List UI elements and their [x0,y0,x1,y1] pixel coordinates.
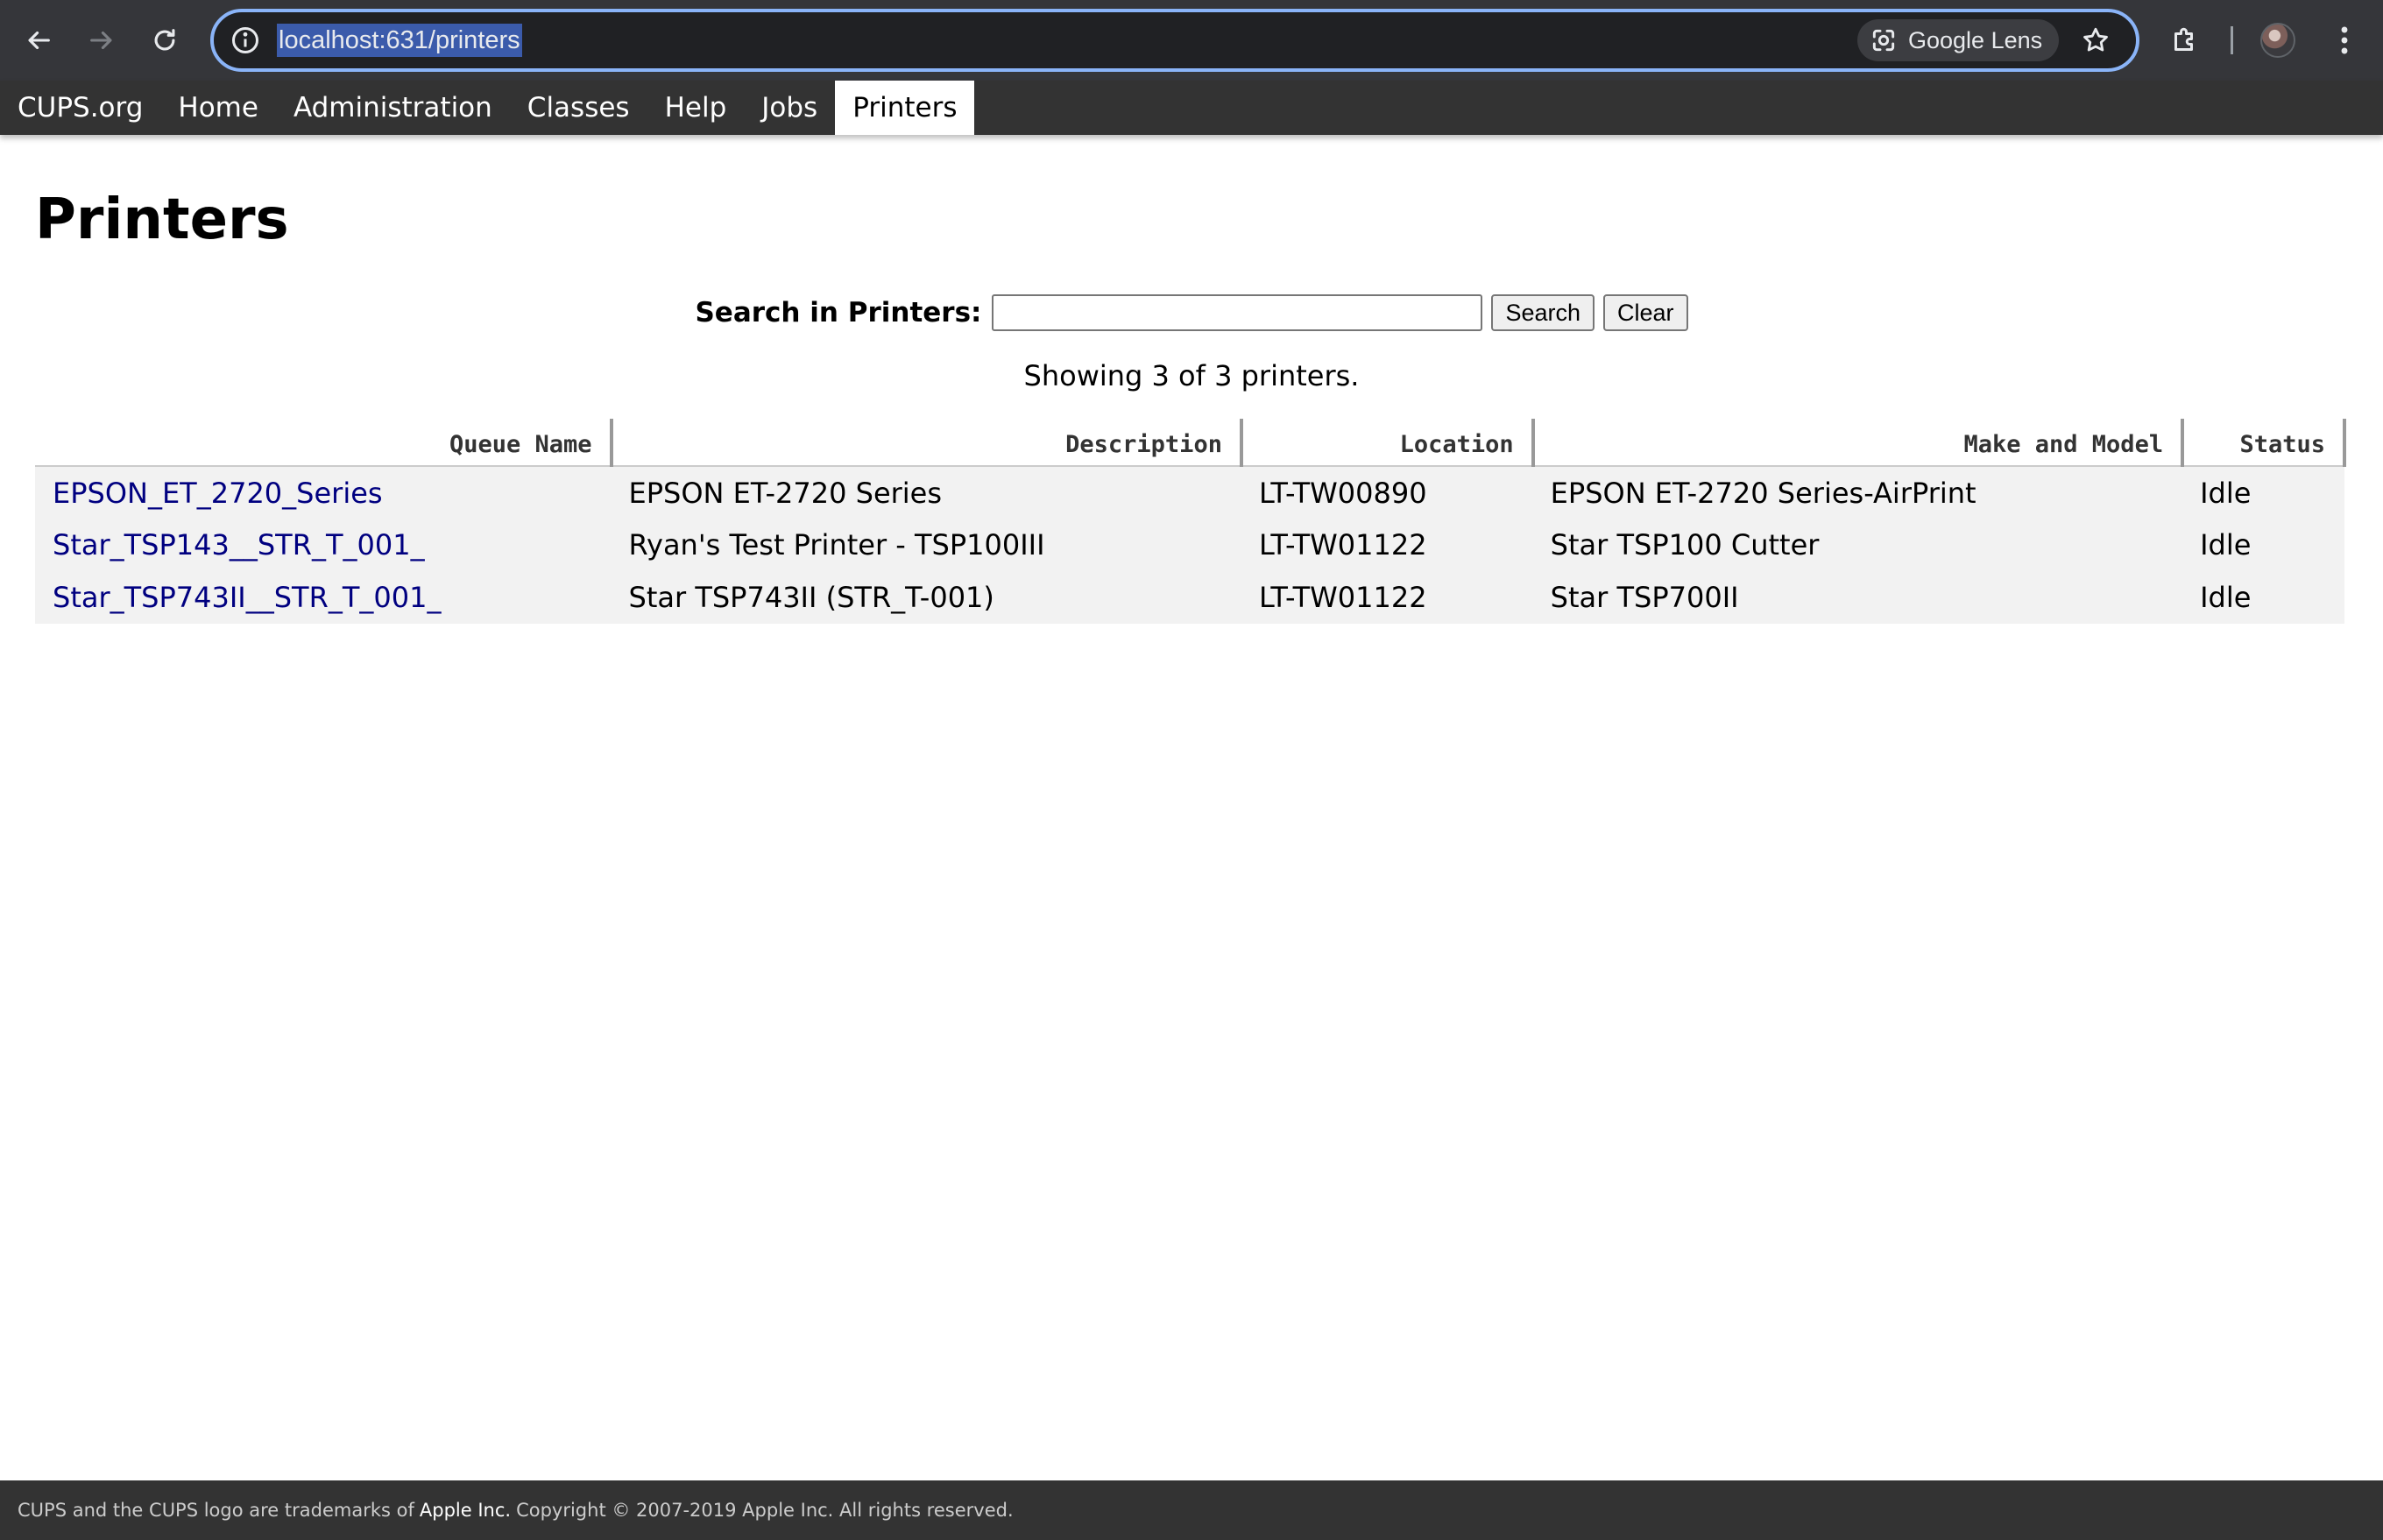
reload-button[interactable] [142,18,187,63]
location-cell: LT-TW01122 [1241,571,1533,624]
search-button[interactable]: Search [1491,294,1595,331]
nav-item-administration[interactable]: Administration [276,81,510,135]
footer-apple-link[interactable]: Apple Inc. [420,1500,511,1521]
description-cell: EPSON ET-2720 Series [611,466,1241,519]
printer-link[interactable]: Star_TSP743II__STR_T_001_ [53,581,441,614]
location-cell: LT-TW00890 [1241,466,1533,519]
footer-copyright-text: Copyright © 2007-2019 Apple Inc. All rig… [516,1500,1014,1521]
nav-item-home[interactable]: Home [160,81,276,135]
search-label: Search in Printers: [695,297,982,328]
table-row: Star_TSP143__STR_T_001_ Ryan's Test Prin… [35,519,2344,571]
status-cell: Idle [2182,466,2344,519]
nav-item-jobs[interactable]: Jobs [744,81,835,135]
make-model-cell: Star TSP100 Cutter [1532,519,2183,571]
nav-item-printers[interactable]: Printers [835,81,975,135]
extensions-button[interactable] [2164,19,2206,61]
profile-avatar[interactable] [2260,23,2295,58]
browser-toolbar: localhost:631/printers Google Lens [0,0,2383,81]
column-header-description[interactable]: Description [611,419,1243,467]
queue-name-cell: Star_TSP143__STR_T_001_ [35,519,612,571]
printers-table: Queue Name Description Location Make and… [35,419,2346,624]
kebab-menu-icon [2341,26,2348,54]
address-bar[interactable]: localhost:631/printers Google Lens [210,9,2139,72]
toolbar-divider [2231,26,2233,54]
page-title: Printers [35,187,289,252]
url-text[interactable]: localhost:631/printers [277,24,522,57]
results-count: Showing 3 of 3 printers. [1023,359,1360,392]
column-header-queue-name[interactable]: Queue Name [35,419,613,467]
table-row: EPSON_ET_2720_Series EPSON ET-2720 Serie… [35,466,2344,519]
arrow-left-icon [28,31,50,50]
reload-icon [154,29,175,51]
google-lens-button[interactable]: Google Lens [1857,19,2059,61]
table-header-row: Queue Name Description Location Make and… [35,419,2346,467]
info-icon[interactable] [230,25,261,56]
star-icon [2083,27,2108,52]
make-model-cell: Star TSP700II [1532,571,2183,624]
camera-lens-icon [1872,29,1895,52]
back-button[interactable] [16,18,61,63]
make-model-cell: EPSON ET-2720 Series-AirPrint [1532,466,2183,519]
printer-link[interactable]: EPSON_ET_2720_Series [53,477,383,510]
column-header-location[interactable]: Location [1241,419,1535,467]
location-cell: LT-TW01122 [1241,519,1533,571]
forward-button[interactable] [79,18,124,63]
nav-item-classes[interactable]: Classes [510,81,647,135]
printer-link[interactable]: Star_TSP143__STR_T_001_ [53,528,425,562]
browser-menu-button[interactable] [2327,19,2362,61]
nav-item-help[interactable]: Help [647,81,745,135]
cups-nav-bar: CUPS.org Home Administration Classes Hel… [0,81,2383,135]
nav-item-cups-org[interactable]: CUPS.org [0,81,160,135]
description-cell: Star TSP743II (STR_T-001) [611,571,1241,624]
table-row: Star_TSP743II__STR_T_001_ Star TSP743II … [35,571,2344,624]
column-header-status[interactable]: Status [2182,419,2346,467]
column-header-make-and-model[interactable]: Make and Model [1532,419,2185,467]
queue-name-cell: EPSON_ET_2720_Series [35,466,612,519]
arrow-right-icon [90,31,112,50]
clear-button[interactable]: Clear [1603,294,1688,331]
search-form: Search in Printers: Search Clear [0,293,2383,333]
bookmark-button[interactable] [2076,21,2115,60]
description-cell: Ryan's Test Printer - TSP100III [611,519,1241,571]
status-cell: Idle [2182,571,2344,624]
puzzle-icon [2174,27,2193,51]
footer-trademark-text: CUPS and the CUPS logo are trademarks of [18,1500,414,1521]
search-input[interactable] [992,294,1483,331]
status-cell: Idle [2182,519,2344,571]
page-footer: CUPS and the CUPS logo are trademarks of… [0,1480,2383,1540]
queue-name-cell: Star_TSP743II__STR_T_001_ [35,571,612,624]
google-lens-label: Google Lens [1908,26,2043,53]
